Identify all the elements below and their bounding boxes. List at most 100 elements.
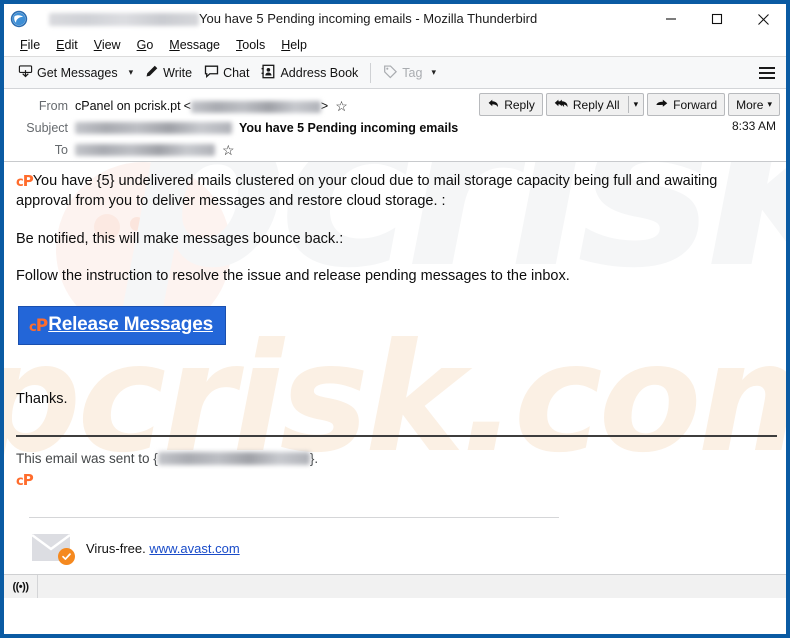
- menu-tools-rest: ools: [242, 38, 266, 52]
- get-messages-dropdown[interactable]: ▾: [124, 67, 139, 78]
- more-caret-icon: ▾: [767, 99, 772, 109]
- more-label: More: [736, 97, 764, 112]
- redacted-from-address: [190, 100, 321, 113]
- cpanel-logo-icon-button: cP: [29, 316, 48, 336]
- tag-dropdown-caret[interactable]: ▾: [426, 67, 441, 78]
- subject-label: Subject: [26, 121, 68, 135]
- minimize-button[interactable]: [648, 4, 694, 34]
- avast-virus-free-label: Virus-free.: [86, 540, 146, 556]
- star-icon-from[interactable]: ☆: [335, 99, 348, 113]
- status-bar: ((•)): [4, 574, 786, 598]
- menu-go[interactable]: Go: [129, 36, 162, 54]
- menu-tools[interactable]: Tools: [228, 36, 273, 54]
- close-button[interactable]: [740, 4, 786, 34]
- reply-all-arrow-icon: [554, 97, 569, 113]
- body-paragraph-3: Follow the instruction to resolve the is…: [16, 268, 570, 284]
- forward-label: Forward: [673, 97, 718, 112]
- to-row: To ☆: [4, 139, 786, 161]
- body-paragraph-2: Be notified, this will make messages bou…: [16, 231, 344, 247]
- forward-arrow-icon: [655, 97, 669, 113]
- body-paragraph-1: cPYou have {5} undelivered mails cluster…: [16, 172, 764, 211]
- menu-view[interactable]: View: [86, 36, 129, 54]
- get-messages-label: Get Messages: [37, 65, 118, 80]
- message-time: 8:33 AM: [731, 119, 776, 133]
- get-messages-button[interactable]: Get Messages: [12, 60, 124, 86]
- chat-button[interactable]: Chat: [198, 60, 255, 86]
- reply-all-button[interactable]: Reply All ▾: [545, 93, 645, 116]
- title-bar: You have 5 Pending incoming emails - Moz…: [4, 4, 786, 34]
- write-label: Write: [163, 65, 193, 80]
- tag-button[interactable]: Tag ▾: [377, 60, 447, 86]
- menu-go-rest: o: [146, 38, 154, 52]
- address-book-icon: [261, 64, 276, 82]
- address-book-button[interactable]: Address Book: [255, 60, 364, 86]
- from-value[interactable]: cPanel on pcrisk.pt < > ☆: [75, 99, 348, 113]
- window-title: You have 5 Pending incoming emails - Moz…: [199, 11, 538, 26]
- chat-label: Chat: [223, 65, 250, 80]
- sent-to-suffix: }.: [309, 451, 319, 466]
- footer-cpanel-logo: cP: [16, 471, 774, 489]
- menu-file[interactable]: File: [12, 36, 48, 54]
- thanks-text: Thanks.: [16, 391, 68, 407]
- menu-message[interactable]: Message: [161, 36, 228, 54]
- redacted-title-prefix: [49, 13, 199, 26]
- main-toolbar: Get Messages ▾ Write Chat Address Book T…: [4, 57, 786, 89]
- reply-all-label: Reply All: [572, 97, 620, 112]
- redacted-recipient: [157, 452, 310, 465]
- release-messages-label: Release Messages: [48, 314, 213, 335]
- write-button[interactable]: Write: [138, 60, 198, 86]
- menu-view-rest: iew: [101, 38, 121, 52]
- broadcast-icon: ((•)): [12, 580, 29, 593]
- check-badge-icon: [58, 548, 75, 565]
- avast-signature: Virus-free. www.avast.com: [31, 534, 774, 565]
- message-header: Reply Reply All ▾ Forward More ▾ From cP…: [4, 89, 786, 162]
- chat-bubble-icon: [204, 64, 219, 82]
- reply-arrow-icon: [487, 97, 500, 113]
- to-value[interactable]: ☆: [75, 143, 235, 157]
- subject-text: You have 5 Pending incoming emails: [239, 121, 459, 135]
- app-menu-icon[interactable]: [756, 63, 778, 83]
- menu-bar: File Edit View Go Message Tools Help: [4, 34, 786, 57]
- avast-link[interactable]: www.avast.com: [149, 541, 239, 556]
- thunderbird-window: You have 5 Pending incoming emails - Moz…: [0, 0, 790, 638]
- body-paragraph-1-text: You have {5} undelivered mails clustered…: [16, 173, 718, 209]
- redacted-subject-prefix: [75, 122, 232, 134]
- from-label: From: [38, 99, 68, 113]
- menu-edit[interactable]: Edit: [48, 36, 86, 54]
- menu-edit-rest: dit: [64, 38, 78, 52]
- reply-button[interactable]: Reply: [479, 93, 543, 116]
- menu-file-rest: ile: [27, 38, 41, 52]
- from-address: < >: [183, 99, 329, 113]
- address-book-label: Address Book: [280, 65, 359, 80]
- window-controls: [648, 4, 786, 34]
- message-body: pcrisk.com pcrisk.com cPYou have {5} und…: [4, 162, 786, 574]
- cpanel-logo-icon: cP: [16, 172, 34, 190]
- forward-button[interactable]: Forward: [647, 93, 726, 116]
- maximize-button[interactable]: [694, 4, 740, 34]
- footer-divider: [16, 435, 777, 437]
- from-display-name: cPanel on pcrisk.pt: [75, 99, 181, 113]
- sent-to-prefix: This email was sent to {: [16, 451, 158, 466]
- reply-all-dropdown[interactable]: ▾: [627, 96, 644, 113]
- redacted-to-address: [75, 144, 215, 156]
- avast-divider: [29, 517, 559, 518]
- subject-row: Subject You have 5 Pending incoming emai…: [4, 117, 786, 139]
- reply-label: Reply: [504, 97, 535, 112]
- more-button[interactable]: More ▾: [728, 93, 780, 116]
- toolbar-separator: [370, 62, 372, 83]
- star-icon-to[interactable]: ☆: [222, 143, 235, 157]
- avast-text-wrap: Virus-free. www.avast.com: [86, 541, 240, 556]
- envelope-check-icon: [31, 534, 75, 565]
- tag-label: Tag: [402, 65, 423, 80]
- menu-message-rest: essage: [179, 38, 221, 52]
- menu-help[interactable]: Help: [273, 36, 315, 54]
- sent-to-line: This email was sent to { }.: [16, 451, 774, 466]
- subject-value: You have 5 Pending incoming emails: [75, 121, 458, 135]
- menu-help-rest: elp: [290, 38, 307, 52]
- cpanel-logo-icon-footer: cP: [16, 471, 34, 489]
- download-mail-icon: [18, 64, 33, 82]
- to-label: To: [54, 143, 68, 157]
- status-indicator-cell[interactable]: ((•)): [4, 575, 38, 598]
- pencil-icon: [144, 64, 159, 82]
- release-messages-button[interactable]: cPRelease Messages: [18, 306, 226, 345]
